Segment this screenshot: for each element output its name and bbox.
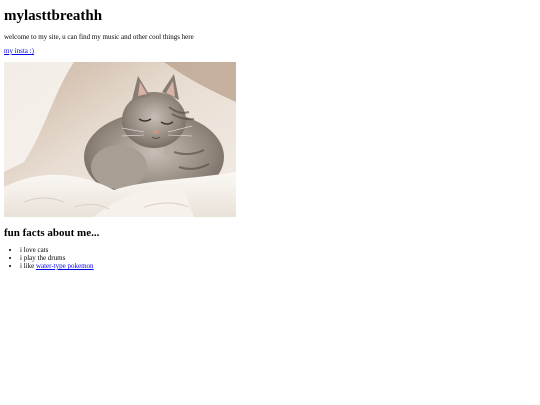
pokemon-link[interactable]: water-type pokemon xyxy=(36,262,94,270)
site-title: mylasttbreathh xyxy=(4,8,103,24)
insta-link[interactable]: my insta :) xyxy=(4,47,34,55)
list-item: i love cats xyxy=(20,246,94,254)
fun-facts-heading: fun facts about me... xyxy=(4,227,100,239)
insta-line: my insta :) xyxy=(4,47,34,55)
list-item-text: i like xyxy=(20,262,36,270)
welcome-text: welcome to my site, u can find my music … xyxy=(4,33,194,41)
list-item: i like water-type pokemon xyxy=(20,262,94,270)
fun-facts-list: i love cats i play the drums i like wate… xyxy=(4,246,94,270)
list-item: i play the drums xyxy=(20,254,94,262)
kitten-photo xyxy=(4,62,236,217)
